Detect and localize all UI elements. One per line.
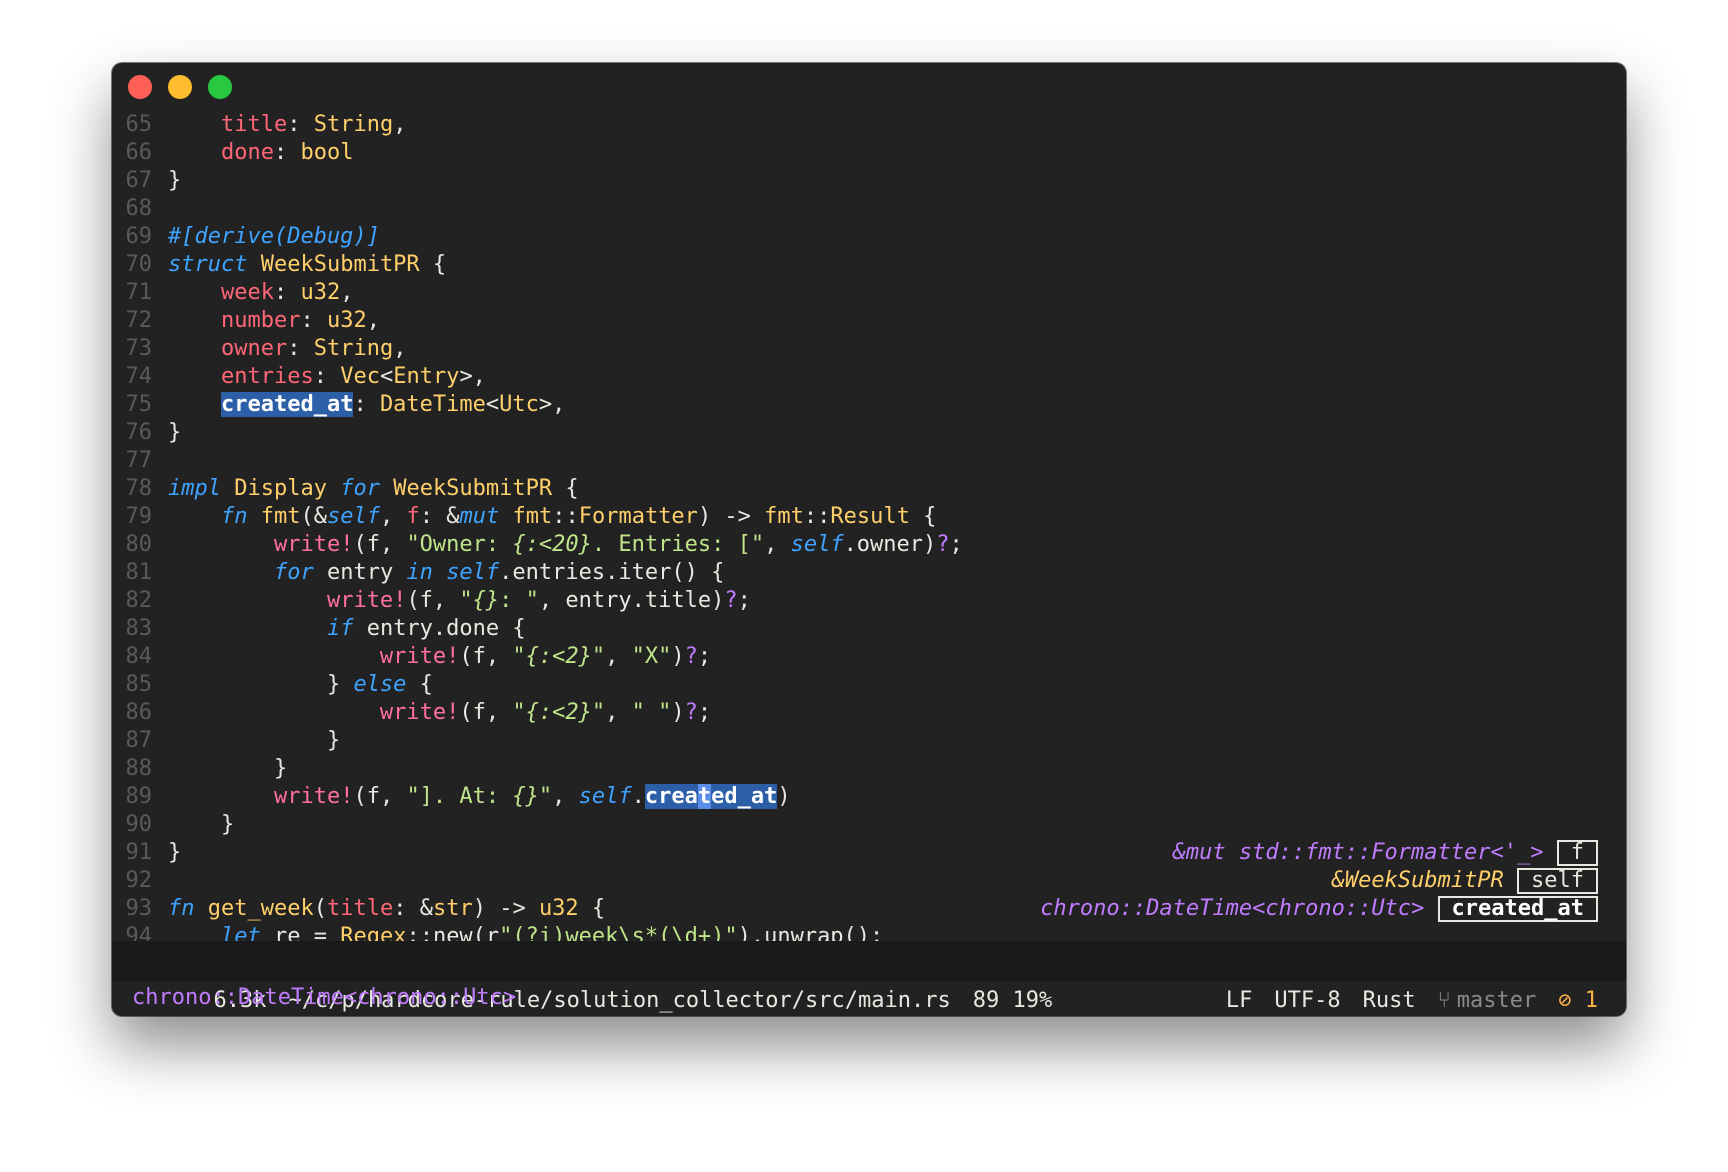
- line-number: 82: [125, 588, 153, 613]
- hint-label-created-at[interactable]: created_at: [1437, 896, 1598, 922]
- code-line: 76}: [112, 419, 182, 447]
- code-line: 74 entries: Vec<Entry>,: [112, 363, 486, 391]
- close-button[interactable]: [128, 75, 152, 99]
- line-number: 71: [125, 280, 153, 305]
- line-number: 67: [125, 168, 153, 193]
- code-line: 82 write!(f, "{}: ", entry.title)?;: [112, 587, 751, 615]
- code-line: 67}: [112, 167, 182, 195]
- code-line: 71 week: u32,: [112, 279, 354, 307]
- line-number: 86: [125, 700, 153, 725]
- line-number: 70: [125, 252, 153, 277]
- line-number: 85: [125, 672, 153, 697]
- line-number: 68: [125, 196, 153, 221]
- line-number: 90: [125, 812, 153, 837]
- code-line: 90 }: [112, 811, 235, 839]
- line-number: 72: [125, 308, 153, 333]
- echo-text: chrono::DateTime<chrono::Utc>: [132, 985, 517, 1010]
- type-hint-row: &mut std::fmt::Formatter<'_> f: [1093, 811, 1598, 866]
- cursor-position: 89 19%: [972, 988, 1053, 1013]
- code-line: 93 fn get_week(title: &str) -> u32 {: [112, 895, 606, 923]
- hint-type: chrono::DateTime<chrono::Utc>: [1040, 896, 1425, 921]
- language-mode[interactable]: Rust: [1363, 988, 1416, 1013]
- no-entry-icon: ⊘: [1558, 988, 1585, 1013]
- line-number: 69: [125, 224, 153, 249]
- code-line: 83 if entry.done {: [112, 615, 526, 643]
- line-number: 66: [125, 140, 153, 165]
- code-editor[interactable]: 65 title: String, 66 done: bool 67} 68 6…: [112, 111, 1626, 941]
- line-number: 84: [125, 644, 153, 669]
- encoding[interactable]: UTF-8: [1274, 988, 1340, 1013]
- line-number: 93: [125, 896, 153, 921]
- line-number: 78: [125, 476, 153, 501]
- code-line: 66 done: bool: [112, 139, 354, 167]
- line-number: 74: [125, 364, 153, 389]
- line-number: 92: [125, 868, 153, 893]
- type-hint-row: chrono::DateTime<chrono::Utc> created_at: [961, 867, 1598, 922]
- code-line: 81 for entry in self.entries.iter() {: [112, 559, 725, 587]
- code-line: 65 title: String,: [112, 111, 407, 139]
- line-number: 88: [125, 756, 153, 781]
- editor-window: 65 title: String, 66 done: bool 67} 68 6…: [112, 63, 1626, 1016]
- title-bar: [112, 63, 1626, 111]
- error-count[interactable]: 1: [1585, 988, 1598, 1013]
- line-number: 73: [125, 336, 153, 361]
- line-number: 83: [125, 616, 153, 641]
- minimize-button[interactable]: [168, 75, 192, 99]
- code-line: 68: [112, 195, 153, 223]
- code-line: 94 let re = Regex::new(r"(?i)week\s*(\d+…: [112, 923, 884, 941]
- code-line: 80 write!(f, "Owner: {:<20}. Entries: ["…: [112, 531, 963, 559]
- code-line: 73 owner: String,: [112, 335, 407, 363]
- code-line: 70 struct WeekSubmitPR {: [112, 251, 447, 279]
- code-line: 88 }: [112, 755, 288, 783]
- line-number: 80: [125, 532, 153, 557]
- code-line: 91}: [112, 839, 182, 867]
- code-line: 92: [112, 867, 153, 895]
- line-number: 91: [125, 840, 153, 865]
- line-number: 77: [125, 448, 153, 473]
- code-line: 89 write!(f, "]. At: {}", self.created_a…: [112, 783, 791, 811]
- line-number: 65: [125, 112, 153, 137]
- status-bar: 6.3k ~/c/p/hardcore-rule/solution_collect…: [112, 941, 1626, 1013]
- line-number: 94: [125, 924, 153, 941]
- code-line: 78 impl Display for WeekSubmitPR {: [112, 475, 579, 503]
- line-ending[interactable]: LF: [1226, 988, 1253, 1013]
- code-line: 85 } else {: [112, 671, 433, 699]
- line-number: 75: [125, 392, 153, 417]
- code-line: 87 }: [112, 727, 341, 755]
- git-branch[interactable]: master: [1457, 988, 1536, 1013]
- line-number: 89: [125, 784, 153, 809]
- line-number: 76: [125, 420, 153, 445]
- line-number: 81: [125, 560, 153, 585]
- code-line: 84 write!(f, "{:<2}", "X")?;: [112, 643, 712, 671]
- code-line: 77: [112, 447, 153, 475]
- code-line: 69 #[derive(Debug)]: [112, 223, 380, 251]
- echo-area: chrono::DateTime<chrono::Utc>: [132, 981, 516, 1015]
- code-line: 75 created_at: DateTime<Utc>,: [112, 391, 565, 419]
- line-number: 79: [125, 504, 153, 529]
- code-line: 79 fn fmt(&self, f: &mut fmt::Formatter)…: [112, 503, 937, 531]
- line-number: 87: [125, 728, 153, 753]
- code-line: 72 number: u32,: [112, 307, 380, 335]
- maximize-button[interactable]: [208, 75, 232, 99]
- type-hint-row: &WeekSubmitPR self: [1252, 839, 1598, 894]
- git-branch-icon: ⑂: [1437, 988, 1451, 1013]
- code-line: 86 write!(f, "{:<2}", " ")?;: [112, 699, 712, 727]
